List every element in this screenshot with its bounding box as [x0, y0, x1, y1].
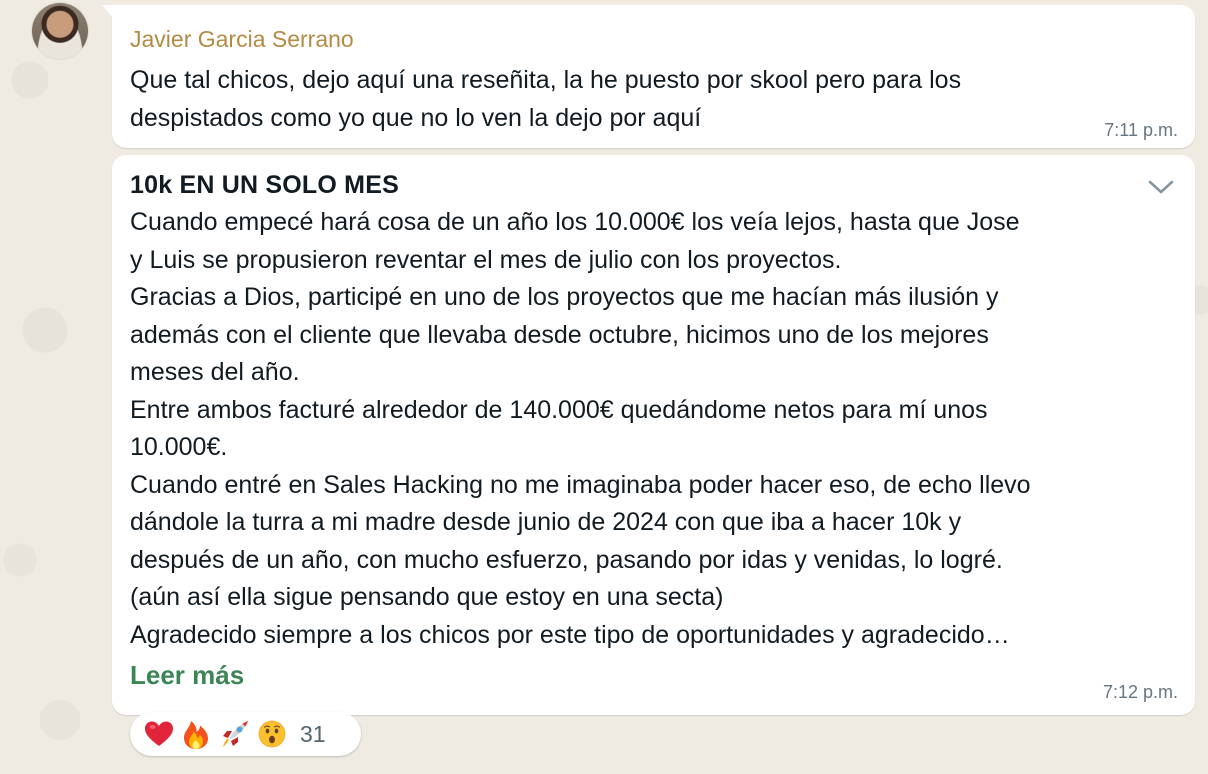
- message-line: Que tal chicos, dejo aquí una reseñita, …: [130, 66, 962, 94]
- reaction-count: 31: [300, 720, 326, 747]
- sender-name[interactable]: Javier Garcia Serrano: [130, 26, 354, 53]
- message-line: después de un año, con mucho esfuerzo, p…: [130, 545, 1003, 574]
- astonished-face-icon: [258, 719, 296, 749]
- reactions-bar[interactable]: 31: [130, 712, 361, 756]
- message-line: además con el cliente que llevaba desde …: [130, 320, 989, 349]
- message-title: 10k EN UN SOLO MES: [130, 171, 399, 199]
- message-line: Agradecido siempre a los chicos por este…: [130, 620, 1010, 649]
- message-line: Cuando entré en Sales Hacking no me imag…: [130, 470, 1031, 499]
- message-line: y Luis se propusieron reventar el mes de…: [130, 245, 842, 274]
- message-text: Que tal chicos, dejo aquí una reseñita, …: [130, 62, 961, 137]
- message-line: dándole la turra a mi madre desde junio …: [130, 508, 962, 536]
- message-line: 10.000€.: [130, 433, 228, 461]
- message-timestamp: 7:12 p.m.: [1102, 682, 1178, 702]
- message-line: despistados como yo que no lo ven la dej…: [130, 103, 702, 132]
- message-line: meses del año.: [130, 358, 300, 386]
- message-line: Cuando empecé hará cosa de un año los 10…: [130, 208, 1020, 236]
- red-heart-icon: [144, 719, 182, 749]
- sender-avatar[interactable]: [32, 3, 88, 59]
- rocket-icon: [220, 719, 258, 749]
- chevron-down-icon[interactable]: [1147, 177, 1175, 197]
- message-line: Entre ambos facturé alrededor de 140.000…: [130, 395, 988, 424]
- message-line: (aún así ella sigue pensando que estoy e…: [130, 583, 724, 611]
- bubble-tail: [102, 5, 114, 19]
- message-bubble-2[interactable]: 10k EN UN SOLO MES Cuando empecé hará co…: [112, 155, 1195, 715]
- message-timestamp: 7:11 p.m.: [1104, 120, 1178, 140]
- message-line: Gracias a Dios, participé en uno de los …: [130, 283, 999, 311]
- read-more-link[interactable]: Leer más: [130, 660, 244, 691]
- message-bubble-1[interactable]: Javier Garcia Serrano Que tal chicos, de…: [102, 5, 1195, 148]
- fire-icon: [182, 719, 220, 749]
- message-text: Cuando empecé hará cosa de un año los 10…: [130, 204, 1031, 654]
